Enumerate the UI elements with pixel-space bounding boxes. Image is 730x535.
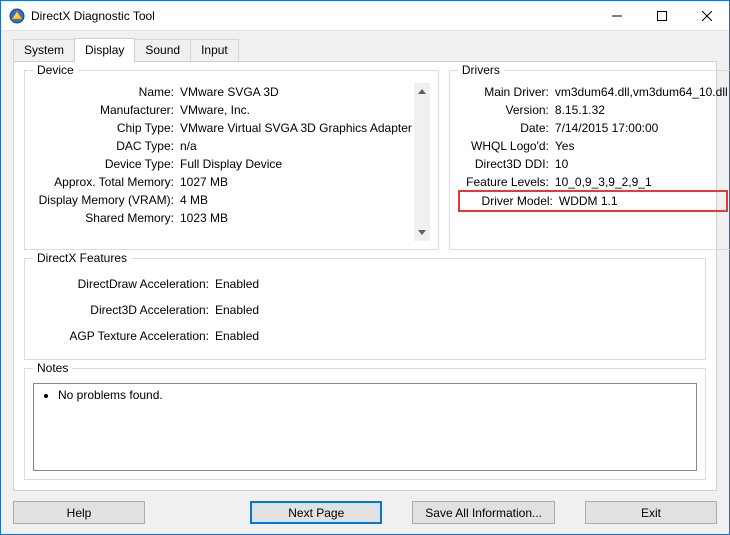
device-shared-memory-label: Shared Memory: [33, 209, 178, 227]
exit-button[interactable]: Exit [585, 501, 717, 524]
drivers-version-label: Version: [458, 101, 553, 119]
device-manufacturer-label: Manufacturer: [33, 101, 178, 119]
dxdiag-window: DirectX Diagnostic Tool System Display S… [0, 0, 730, 535]
help-button[interactable]: Help [13, 501, 145, 524]
dxfeat-directdraw-label: DirectDraw Acceleration: [33, 271, 213, 297]
device-legend: Device [33, 63, 78, 77]
titlebar: DirectX Diagnostic Tool [1, 1, 729, 31]
device-device-type-label: Device Type: [33, 155, 178, 173]
drivers-date-value: 7/14/2015 17:00:00 [553, 119, 658, 137]
device-name-value: VMware SVGA 3D [178, 83, 279, 101]
device-dac-type-value: n/a [178, 137, 197, 155]
next-page-button[interactable]: Next Page [250, 501, 382, 524]
tab-display[interactable]: Display [74, 38, 135, 62]
device-display-memory-label: Display Memory (VRAM): [33, 191, 178, 209]
drivers-whql-label: WHQL Logo'd: [458, 137, 553, 155]
device-display-memory-value: 4 MB [178, 191, 208, 209]
tab-body: Device Name:VMware SVGA 3D Manufacturer:… [13, 61, 717, 491]
dxfeat-direct3d-label: Direct3D Acceleration: [33, 297, 213, 323]
scroll-up-icon[interactable] [414, 83, 430, 100]
minimize-button[interactable] [594, 1, 639, 30]
save-all-information-button[interactable]: Save All Information... [412, 501, 555, 524]
device-scrollbar[interactable] [413, 83, 430, 241]
drivers-driver-model-row-highlight: Driver Model:WDDM 1.1 [458, 190, 728, 212]
drivers-date-label: Date: [458, 119, 553, 137]
client-area: System Display Sound Input Device Name:V… [1, 31, 729, 534]
directx-features-group: DirectX Features DirectDraw Acceleration… [24, 258, 706, 360]
drivers-legend: Drivers [458, 63, 504, 77]
notes-legend: Notes [33, 361, 72, 375]
drivers-group: Drivers Main Driver:vm3dum64.dll,vm3dum6… [449, 70, 730, 250]
notes-textbox[interactable]: No problems found. [33, 383, 697, 471]
window-title: DirectX Diagnostic Tool [31, 9, 594, 23]
device-chip-type-value: VMware Virtual SVGA 3D Graphics Adapter [178, 119, 412, 137]
dxdiag-app-icon [9, 8, 25, 24]
device-name-label: Name: [33, 83, 178, 101]
dxfeat-direct3d-value: Enabled [213, 297, 259, 323]
device-approx-total-memory-value: 1027 MB [178, 173, 228, 191]
dxfeat-directdraw-value: Enabled [213, 271, 259, 297]
maximize-button[interactable] [639, 1, 684, 30]
tab-sound[interactable]: Sound [134, 39, 191, 61]
drivers-main-driver-value: vm3dum64.dll,vm3dum64_10.dll [553, 83, 728, 101]
device-approx-total-memory-label: Approx. Total Memory: [33, 173, 178, 191]
device-shared-memory-value: 1023 MB [178, 209, 228, 227]
drivers-whql-value: Yes [553, 137, 575, 155]
tabstrip: System Display Sound Input [13, 37, 717, 61]
device-group: Device Name:VMware SVGA 3D Manufacturer:… [24, 70, 439, 250]
notes-group: Notes No problems found. [24, 368, 706, 480]
directx-features-legend: DirectX Features [33, 251, 131, 265]
drivers-d3d-ddi-label: Direct3D DDI: [458, 155, 553, 173]
close-button[interactable] [684, 1, 729, 30]
tab-system[interactable]: System [13, 39, 75, 61]
drivers-feature-levels-label: Feature Levels: [458, 173, 553, 191]
device-properties: Name:VMware SVGA 3D Manufacturer:VMware,… [33, 83, 430, 241]
device-manufacturer-value: VMware, Inc. [178, 101, 250, 119]
device-dac-type-label: DAC Type: [33, 137, 178, 155]
device-device-type-value: Full Display Device [178, 155, 282, 173]
dxfeat-agp-value: Enabled [213, 323, 259, 349]
button-row: Help Next Page Save All Information... E… [13, 491, 717, 524]
dxfeat-agp-label: AGP Texture Acceleration: [33, 323, 213, 349]
scroll-down-icon[interactable] [414, 224, 430, 241]
drivers-driver-model-label: Driver Model: [462, 192, 557, 210]
drivers-driver-model-value: WDDM 1.1 [557, 192, 618, 210]
tab-input[interactable]: Input [190, 39, 239, 61]
drivers-d3d-ddi-value: 10 [553, 155, 568, 173]
drivers-feature-levels-value: 10_0,9_3,9_2,9_1 [553, 173, 652, 191]
drivers-properties: Main Driver:vm3dum64.dll,vm3dum64_10.dll… [458, 83, 728, 212]
notes-item: No problems found. [58, 388, 690, 402]
drivers-main-driver-label: Main Driver: [458, 83, 553, 101]
drivers-version-value: 8.15.1.32 [553, 101, 605, 119]
device-chip-type-label: Chip Type: [33, 119, 178, 137]
